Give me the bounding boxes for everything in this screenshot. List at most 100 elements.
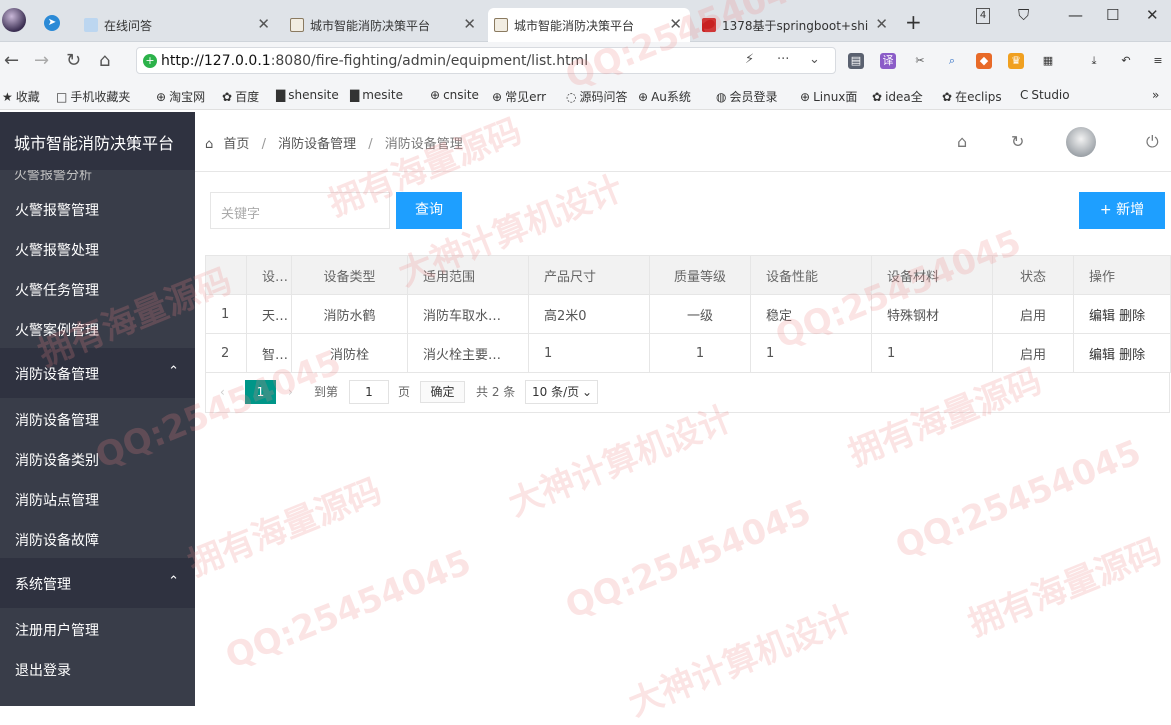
chevron-up-icon: ⌃ bbox=[168, 574, 179, 589]
forward-icon[interactable]: → bbox=[34, 50, 49, 71]
more-bookmarks-icon[interactable]: » bbox=[1152, 88, 1159, 102]
page-size-select[interactable]: 10 条/页 ⌄ bbox=[525, 380, 598, 404]
delete-link[interactable]: 删除 bbox=[1119, 309, 1145, 324]
undo-icon[interactable]: ↶ bbox=[1118, 53, 1134, 69]
current-page[interactable]: 1 bbox=[245, 380, 276, 404]
tab-close-icon[interactable]: ✕ bbox=[875, 15, 888, 33]
bookmark-item[interactable]: ◌ 源码问答 bbox=[566, 88, 628, 105]
keyword-search-input[interactable]: 关键字 bbox=[210, 192, 390, 229]
shirt-icon[interactable]: ⛉ bbox=[1018, 6, 1029, 24]
bookmark-item[interactable]: ▇ shensite bbox=[276, 88, 339, 102]
maximize-icon[interactable]: ☐ bbox=[1106, 6, 1119, 24]
translate-icon[interactable]: 译 bbox=[880, 53, 896, 69]
tab-platform-1[interactable]: 城市智能消防决策平台 ✕ bbox=[284, 8, 484, 42]
bookmark-item[interactable]: ★ 收藏 bbox=[2, 88, 40, 105]
bookmark-item[interactable]: ▇ mesite bbox=[350, 88, 403, 102]
cell-scope: 消防车取水加水使用 bbox=[407, 294, 529, 334]
bookmark-item[interactable]: ⊕ 常见err bbox=[492, 88, 546, 105]
header-cell: 设备材料 bbox=[871, 255, 993, 295]
scissors-icon[interactable]: ✂ bbox=[912, 53, 928, 69]
reader-icon[interactable]: ▤ bbox=[848, 53, 864, 69]
bookmark-label: 在eclips bbox=[955, 90, 1002, 104]
power-icon[interactable]: ⏻ bbox=[1146, 132, 1159, 152]
apps-grid-icon[interactable]: ▦ bbox=[1040, 53, 1056, 69]
header-cell: 操作 bbox=[1073, 255, 1171, 295]
cell-grade: 一级 bbox=[649, 294, 751, 334]
home-icon[interactable]: ⌂ bbox=[99, 50, 110, 71]
breadcrumb-home[interactable]: 首页 bbox=[223, 137, 249, 152]
breadcrumb-level1[interactable]: 消防设备管理 bbox=[278, 137, 356, 152]
navigation-bar: ← → ↻ ⌂ + http://127.0.0.1:8080/fire-fig… bbox=[0, 42, 1171, 80]
bookmark-label: idea全 bbox=[885, 90, 923, 104]
cell-name: 智能消防栓 bbox=[246, 333, 292, 373]
page-number-input[interactable]: 1 bbox=[349, 380, 389, 404]
home-icon[interactable]: ⌂ bbox=[957, 132, 967, 151]
sidebar-item[interactable]: 消防设备类别 bbox=[0, 438, 195, 478]
sidebar-item[interactable]: 消防设备管理 bbox=[0, 398, 195, 438]
bookmark-item[interactable]: C Studio bbox=[1020, 88, 1070, 102]
game-icon[interactable]: ◆ bbox=[976, 53, 992, 69]
download-icon[interactable]: ⤓ bbox=[1086, 53, 1102, 69]
bookmark-icon: ◍ bbox=[716, 90, 727, 104]
home-crumb-icon[interactable]: ⌂ bbox=[205, 137, 213, 152]
minimize-icon[interactable]: — bbox=[1068, 6, 1083, 24]
lightning-icon[interactable]: ⚡ bbox=[745, 52, 754, 67]
profile-avatar[interactable] bbox=[2, 8, 26, 32]
bookmark-item[interactable]: ⊕ 淘宝网 bbox=[156, 88, 205, 105]
sidebar-item[interactable]: 火警任务管理 bbox=[0, 268, 195, 308]
next-page-icon[interactable]: › bbox=[288, 380, 293, 404]
bookmark-item[interactable]: ⊕ Linux面 bbox=[800, 88, 857, 105]
tab-close-icon[interactable]: ✕ bbox=[463, 15, 476, 33]
sidebar-item[interactable]: 火警案例管理 bbox=[0, 308, 195, 348]
tab-close-icon[interactable]: ✕ bbox=[669, 15, 682, 33]
sidebar-item[interactable]: 退出登录 bbox=[0, 648, 195, 688]
edit-link[interactable]: 编辑 bbox=[1089, 309, 1115, 324]
add-button[interactable]: + 新增 bbox=[1079, 192, 1165, 229]
edit-link[interactable]: 编辑 bbox=[1089, 348, 1115, 363]
tab-favicon-icon bbox=[702, 18, 716, 32]
bookmark-item[interactable]: ✿ idea全 bbox=[872, 88, 923, 105]
tab-platform-active[interactable]: 城市智能消防决策平台 ✕ bbox=[488, 8, 690, 42]
search-ext-icon[interactable]: ⌕ bbox=[944, 53, 960, 69]
menu-icon[interactable]: ≡ bbox=[1150, 53, 1166, 69]
cell-name: 天津消防水鹤 bbox=[246, 294, 292, 334]
bookmark-item[interactable]: ✿ 百度 bbox=[222, 88, 259, 105]
prev-page-icon[interactable]: ‹ bbox=[220, 380, 225, 404]
bookmark-item[interactable]: □ 手机收藏夹 bbox=[56, 88, 130, 105]
more-icon[interactable]: ··· bbox=[777, 52, 789, 67]
reload-icon[interactable]: ↻ bbox=[66, 50, 81, 71]
new-tab-icon[interactable]: + bbox=[905, 10, 922, 34]
tab-online-qa[interactable]: 在线问答 ✕ bbox=[78, 8, 278, 42]
bookmark-item[interactable]: ✿ 在eclips bbox=[942, 88, 1002, 105]
header-cell: 产品尺寸 bbox=[528, 255, 650, 295]
user-avatar[interactable] bbox=[1066, 127, 1096, 157]
sidebar-item[interactable]: 注册用户管理 bbox=[0, 608, 195, 648]
tab-springboot[interactable]: 1378基于springboot+shi ✕ bbox=[696, 8, 896, 42]
equipment-table: 设备名称 设备类型 适用范围 产品尺寸 质量等级 设备性能 设备材料 状态 操作… bbox=[205, 255, 1171, 373]
bookmark-item[interactable]: ⊕ cnsite bbox=[430, 88, 479, 102]
address-bar[interactable]: + http://127.0.0.1:8080/fire-fighting/ad… bbox=[136, 47, 836, 74]
back-icon[interactable]: ← bbox=[4, 50, 19, 71]
breadcrumb: ⌂ 首页 / 消防设备管理 / 消防设备管理 bbox=[205, 137, 463, 152]
bookmark-icon: □ bbox=[56, 90, 68, 104]
vip-shield-icon[interactable]: ♛ bbox=[1008, 53, 1024, 69]
sidebar-item[interactable]: 火警报警处理 bbox=[0, 228, 195, 268]
telegram-icon[interactable]: ➤ bbox=[44, 15, 60, 31]
bookmark-item[interactable]: ⊕ Au系统 bbox=[638, 88, 691, 105]
tab-count-badge[interactable]: 4 bbox=[976, 8, 990, 24]
bookmark-item[interactable]: ◍ 会员登录 bbox=[716, 88, 778, 105]
sidebar-item[interactable]: 消防设备故障 bbox=[0, 518, 195, 558]
sidebar-group[interactable]: 系统管理 ⌃ bbox=[0, 558, 195, 608]
sidebar-item[interactable]: 消防站点管理 bbox=[0, 478, 195, 518]
delete-link[interactable]: 删除 bbox=[1119, 348, 1145, 363]
page-confirm-button[interactable]: 确定 bbox=[420, 381, 465, 403]
cell-size: 高2米0 bbox=[528, 294, 650, 334]
sidebar-item[interactable]: 火警报警管理 bbox=[0, 188, 195, 228]
tab-close-icon[interactable]: ✕ bbox=[257, 15, 270, 33]
bookmark-label: 源码问答 bbox=[579, 90, 628, 104]
close-window-icon[interactable]: ✕ bbox=[1146, 6, 1159, 24]
sidebar-group[interactable]: 消防设备管理 ⌃ bbox=[0, 348, 195, 398]
query-button[interactable]: 查询 bbox=[396, 192, 462, 229]
dropdown-chevron-icon[interactable]: ⌄ bbox=[809, 52, 820, 67]
refresh-icon[interactable]: ↻ bbox=[1011, 132, 1024, 151]
